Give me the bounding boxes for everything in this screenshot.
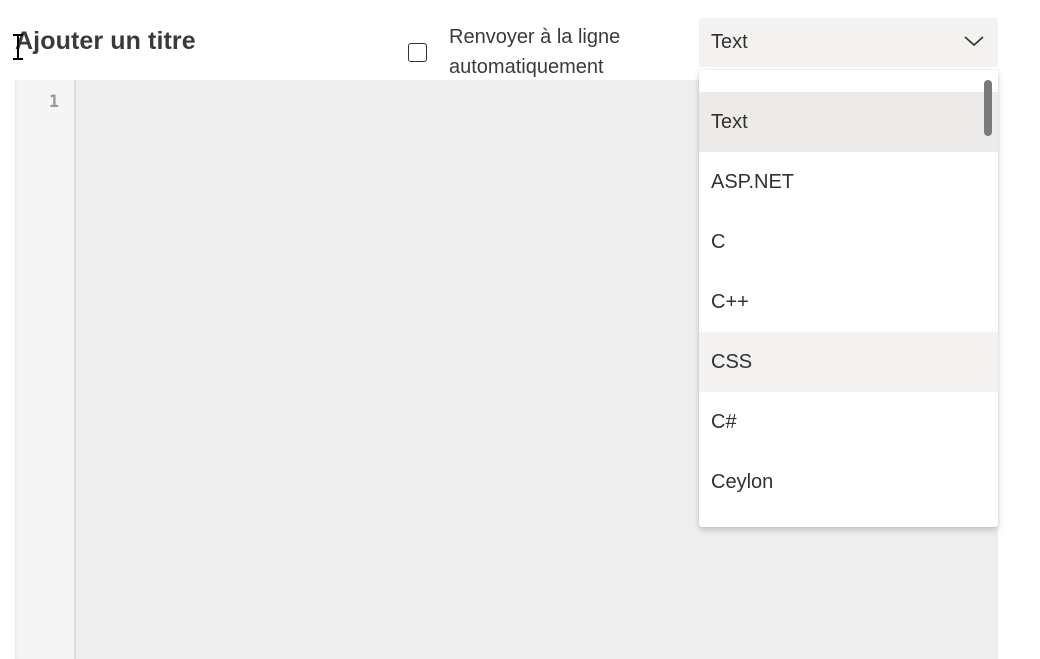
language-options-list: Text ASP.NET C C++ CSS C# Ceylon bbox=[699, 92, 998, 512]
language-option-csharp[interactable]: C# bbox=[699, 392, 998, 452]
language-option-cpp[interactable]: C++ bbox=[699, 272, 998, 332]
word-wrap-checkbox[interactable] bbox=[408, 42, 427, 62]
language-option-text[interactable]: Text bbox=[699, 92, 998, 152]
language-dropdown-menu: Text ASP.NET C C++ CSS C# Ceylon bbox=[699, 70, 998, 527]
language-option-ceylon[interactable]: Ceylon bbox=[699, 452, 998, 512]
title-input[interactable]: Ajouter un titre bbox=[15, 27, 196, 56]
word-wrap-toggle[interactable]: Renvoyer à la ligne automatiquement bbox=[408, 22, 659, 82]
language-select-value: Text bbox=[711, 31, 748, 53]
language-option-c[interactable]: C bbox=[699, 212, 998, 272]
code-snippet-editor: Ajouter un titre Renvoyer à la ligne aut… bbox=[0, 0, 1040, 659]
line-number-gutter: 1 bbox=[15, 80, 76, 659]
language-select[interactable]: Text bbox=[699, 18, 998, 67]
dropdown-scrollbar-thumb[interactable] bbox=[984, 80, 992, 136]
language-option-css[interactable]: CSS bbox=[699, 332, 998, 392]
language-option-aspnet[interactable]: ASP.NET bbox=[699, 152, 998, 212]
chevron-down-icon bbox=[964, 36, 984, 47]
text-cursor-icon bbox=[13, 34, 23, 60]
word-wrap-label: Renvoyer à la ligne automatiquement bbox=[449, 26, 621, 78]
line-number: 1 bbox=[48, 92, 60, 112]
